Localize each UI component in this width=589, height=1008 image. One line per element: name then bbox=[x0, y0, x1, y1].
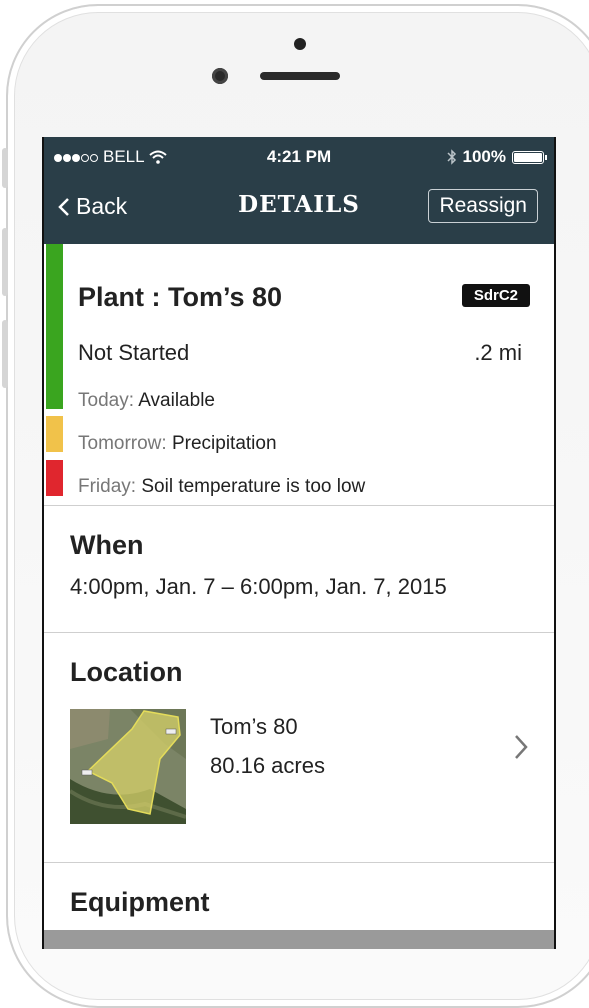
forecast-day: Friday: bbox=[78, 476, 137, 497]
task-code-badge: SdrC2 bbox=[461, 284, 530, 307]
status-stripe-today bbox=[46, 244, 63, 409]
status-stripe-tomorrow bbox=[46, 416, 63, 452]
status-bar: BELL 4:21 PM 100% bbox=[54, 147, 547, 169]
forecast-day: Today: bbox=[78, 390, 134, 411]
location-heading: Location bbox=[70, 657, 183, 687]
equipment-heading: Equipment bbox=[70, 887, 210, 917]
battery-info: 100% bbox=[446, 147, 547, 167]
battery-percentage: 100% bbox=[462, 147, 506, 166]
section-divider bbox=[44, 505, 554, 506]
proximity-sensor bbox=[294, 38, 306, 50]
reassign-button[interactable]: Reassign bbox=[428, 189, 538, 223]
when-time-range: 4:00pm, Jan. 7 – 6:00pm, Jan. 7, 2015 bbox=[70, 574, 447, 599]
section-divider bbox=[44, 862, 554, 863]
forecast-row-tomorrow: Tomorrow: Precipitation bbox=[78, 433, 277, 455]
task-summary-card[interactable]: Plant : Tom’s 80 SdrC2 Not Started .2 mi… bbox=[44, 244, 554, 506]
equipment-row-partial[interactable] bbox=[44, 930, 554, 949]
forecast-row-friday: Friday: Soil temperature is too low bbox=[78, 476, 365, 498]
navigation-bar: BELL 4:21 PM 100% Back DETAILS Reassign bbox=[44, 137, 554, 244]
task-title: Plant : Tom’s 80 bbox=[78, 282, 283, 312]
field-map-image bbox=[70, 709, 186, 824]
task-status: Not Started bbox=[78, 340, 190, 365]
bluetooth-icon bbox=[446, 149, 456, 165]
field-name: Tom’s 80 bbox=[210, 714, 298, 739]
chevron-right-icon[interactable] bbox=[514, 733, 528, 761]
section-divider bbox=[44, 632, 554, 633]
field-map-thumbnail[interactable] bbox=[70, 709, 186, 824]
when-heading: When bbox=[70, 530, 144, 560]
volume-up-button bbox=[2, 228, 8, 296]
mute-switch bbox=[2, 148, 8, 188]
field-area: 80.16 acres bbox=[210, 753, 325, 778]
app-screen: BELL 4:21 PM 100% Back DETAILS Reassign … bbox=[42, 137, 556, 949]
forecast-day: Tomorrow: bbox=[78, 433, 167, 454]
status-stripe-friday bbox=[46, 460, 63, 496]
earpiece-speaker bbox=[260, 72, 340, 80]
task-distance: .2 mi bbox=[474, 340, 522, 365]
front-camera bbox=[212, 68, 228, 84]
forecast-row-today: Today: Available bbox=[78, 390, 215, 412]
volume-down-button bbox=[2, 320, 8, 388]
forecast-condition: Soil temperature is too low bbox=[141, 476, 366, 497]
battery-icon bbox=[512, 150, 547, 164]
forecast-condition: Precipitation bbox=[171, 433, 277, 454]
forecast-condition: Available bbox=[138, 390, 215, 411]
